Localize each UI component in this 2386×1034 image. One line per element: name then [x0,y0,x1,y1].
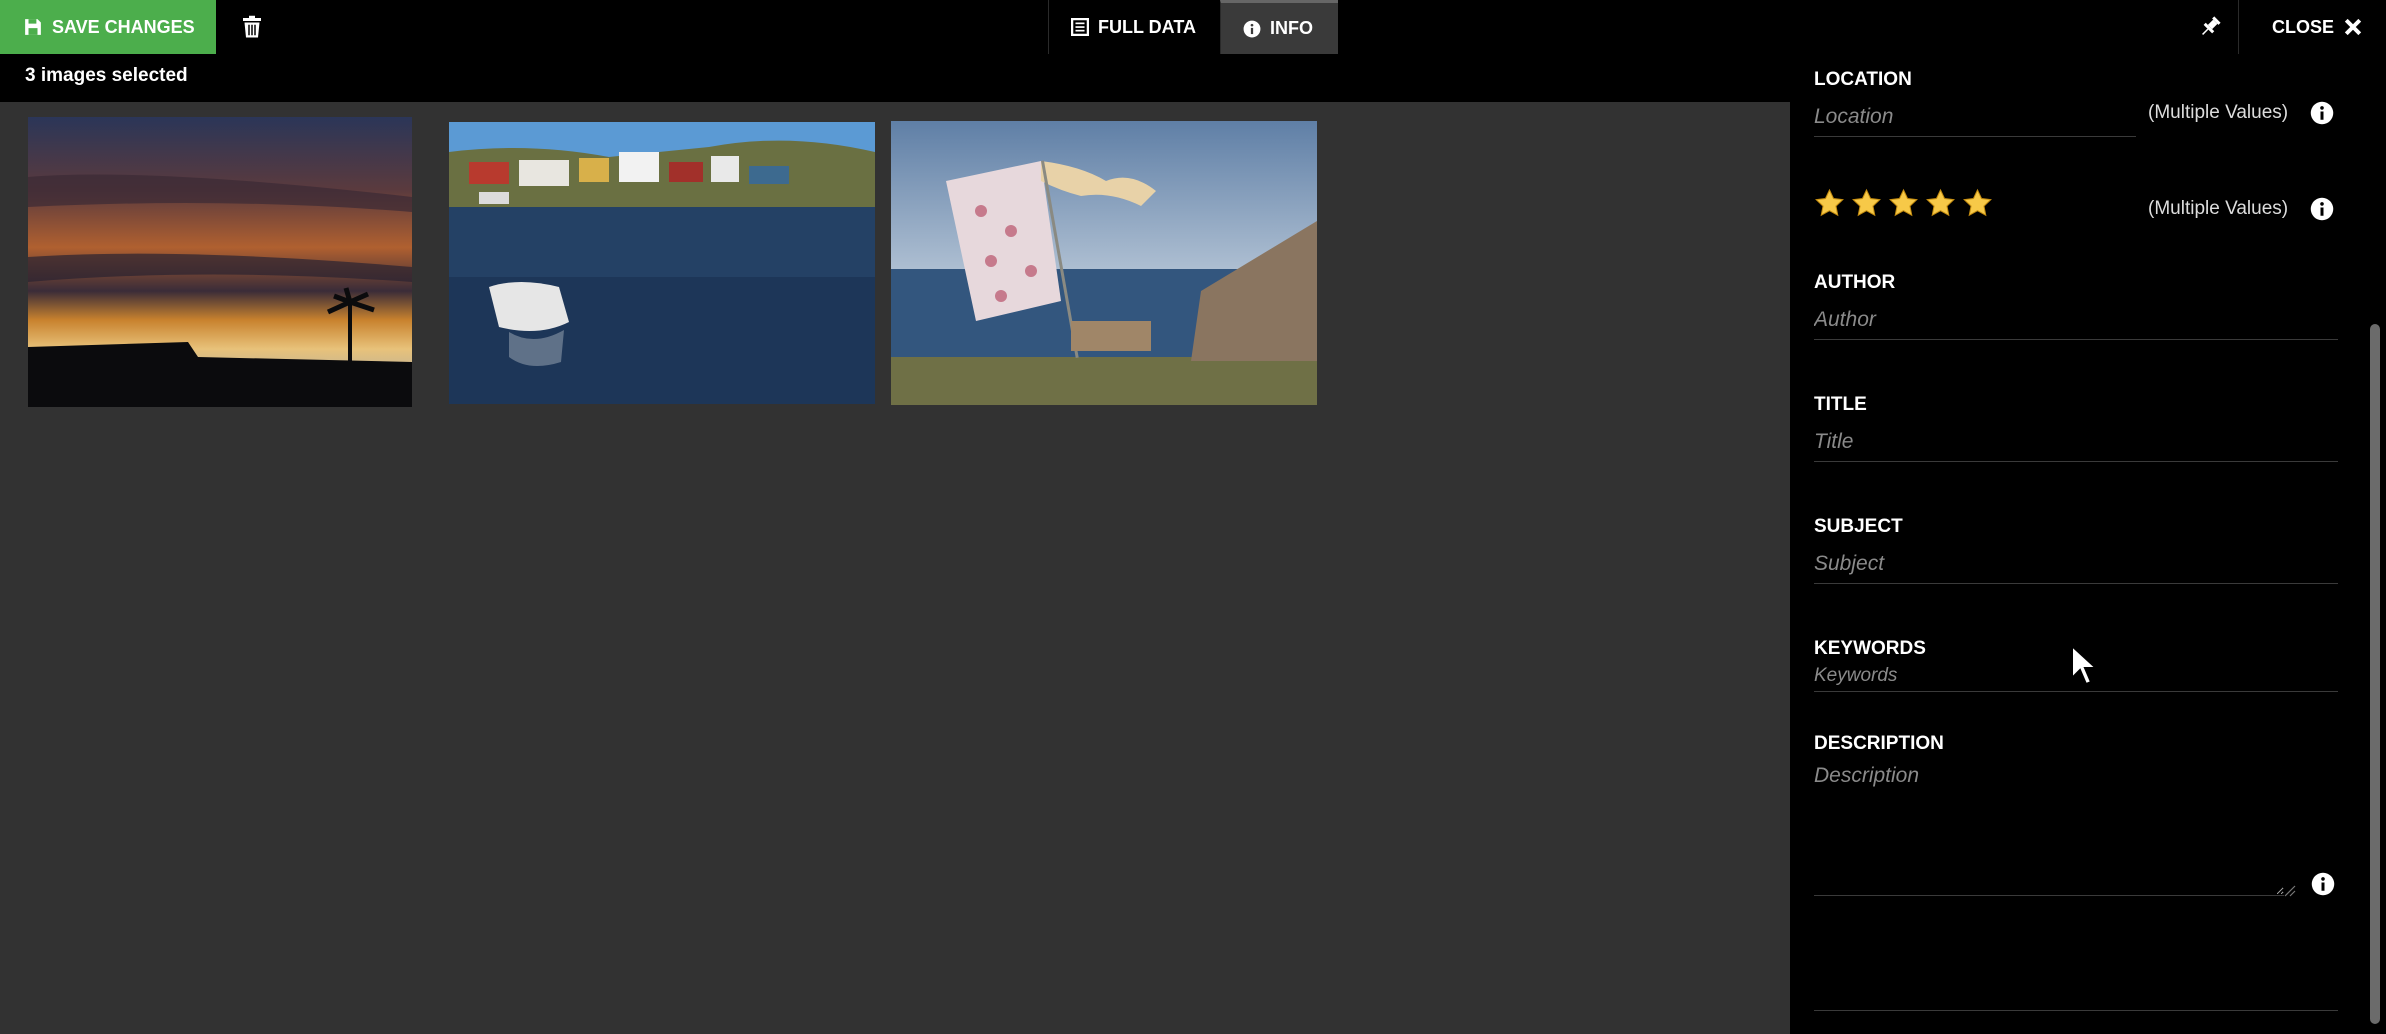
selection-bar: 3 images selected [0,54,1790,102]
star-icon[interactable] [1962,188,1993,219]
save-changes-label: SAVE CHANGES [52,16,195,37]
keywords-label: KEYWORDS [1814,638,1926,659]
close-icon [2344,18,2362,36]
info-icon[interactable] [2310,101,2334,125]
subject-input[interactable] [1814,544,2338,584]
image-thumbnail-sunset[interactable] [28,117,412,407]
resize-grip-icon[interactable] [2282,883,2296,897]
location-multiple-values: (Multiple Values) [2148,102,2289,123]
top-toolbar: SAVE CHANGES FULL DATA INFO CLOSE [0,0,2386,54]
subject-label: SUBJECT [1814,516,1903,537]
scrollbar-thumb[interactable] [2370,324,2380,1024]
pin-button[interactable] [2198,15,2222,39]
star-icon[interactable] [1925,188,1956,219]
keywords-input[interactable] [1814,660,2338,692]
pin-icon [2202,16,2221,35]
tab-full-data[interactable]: FULL DATA [1048,0,1220,54]
image-thumbnail-flag[interactable] [891,121,1317,405]
tab-info-label: INFO [1270,18,1313,38]
sunset-palm-image [28,117,412,407]
list-icon [1071,18,1089,36]
info-icon [1243,20,1261,37]
info-panel: LOCATION (Multiple Values) (Multiple Val… [1790,54,2386,1034]
flag-seaside-image [891,121,1317,405]
author-input[interactable] [1814,300,2338,340]
title-input[interactable] [1814,422,2338,462]
rating-stars[interactable] [1814,188,1993,219]
author-label: AUTHOR [1814,272,1896,293]
image-thumbnail-harbor[interactable] [449,122,875,404]
tab-full-data-label: FULL DATA [1098,16,1196,37]
panel-scrollbar[interactable] [2366,54,2386,1034]
location-label: LOCATION [1814,69,1912,90]
description-textarea[interactable] [1814,764,2284,896]
selection-status: 3 images selected [25,65,188,86]
harbor-boats-image [449,122,875,404]
rating-multiple-values: (Multiple Values) [2148,198,2289,219]
panel-divider [1814,1010,2338,1011]
star-icon[interactable] [1888,188,1919,219]
trash-icon [243,15,261,38]
star-icon[interactable] [1814,188,1845,219]
location-input[interactable] [1814,97,2136,137]
info-icon[interactable] [2311,872,2335,896]
star-icon[interactable] [1851,188,1882,219]
close-label: CLOSE [2272,16,2335,37]
floppy-icon [25,19,41,35]
tab-info[interactable]: INFO [1220,0,1338,54]
description-label: DESCRIPTION [1814,733,1944,754]
delete-button[interactable] [240,15,264,39]
close-button[interactable]: CLOSE [2272,0,2362,54]
save-changes-button[interactable]: SAVE CHANGES [0,0,216,54]
info-icon[interactable] [2310,197,2334,221]
toolbar-divider [2238,0,2239,54]
title-label: TITLE [1814,394,1867,415]
